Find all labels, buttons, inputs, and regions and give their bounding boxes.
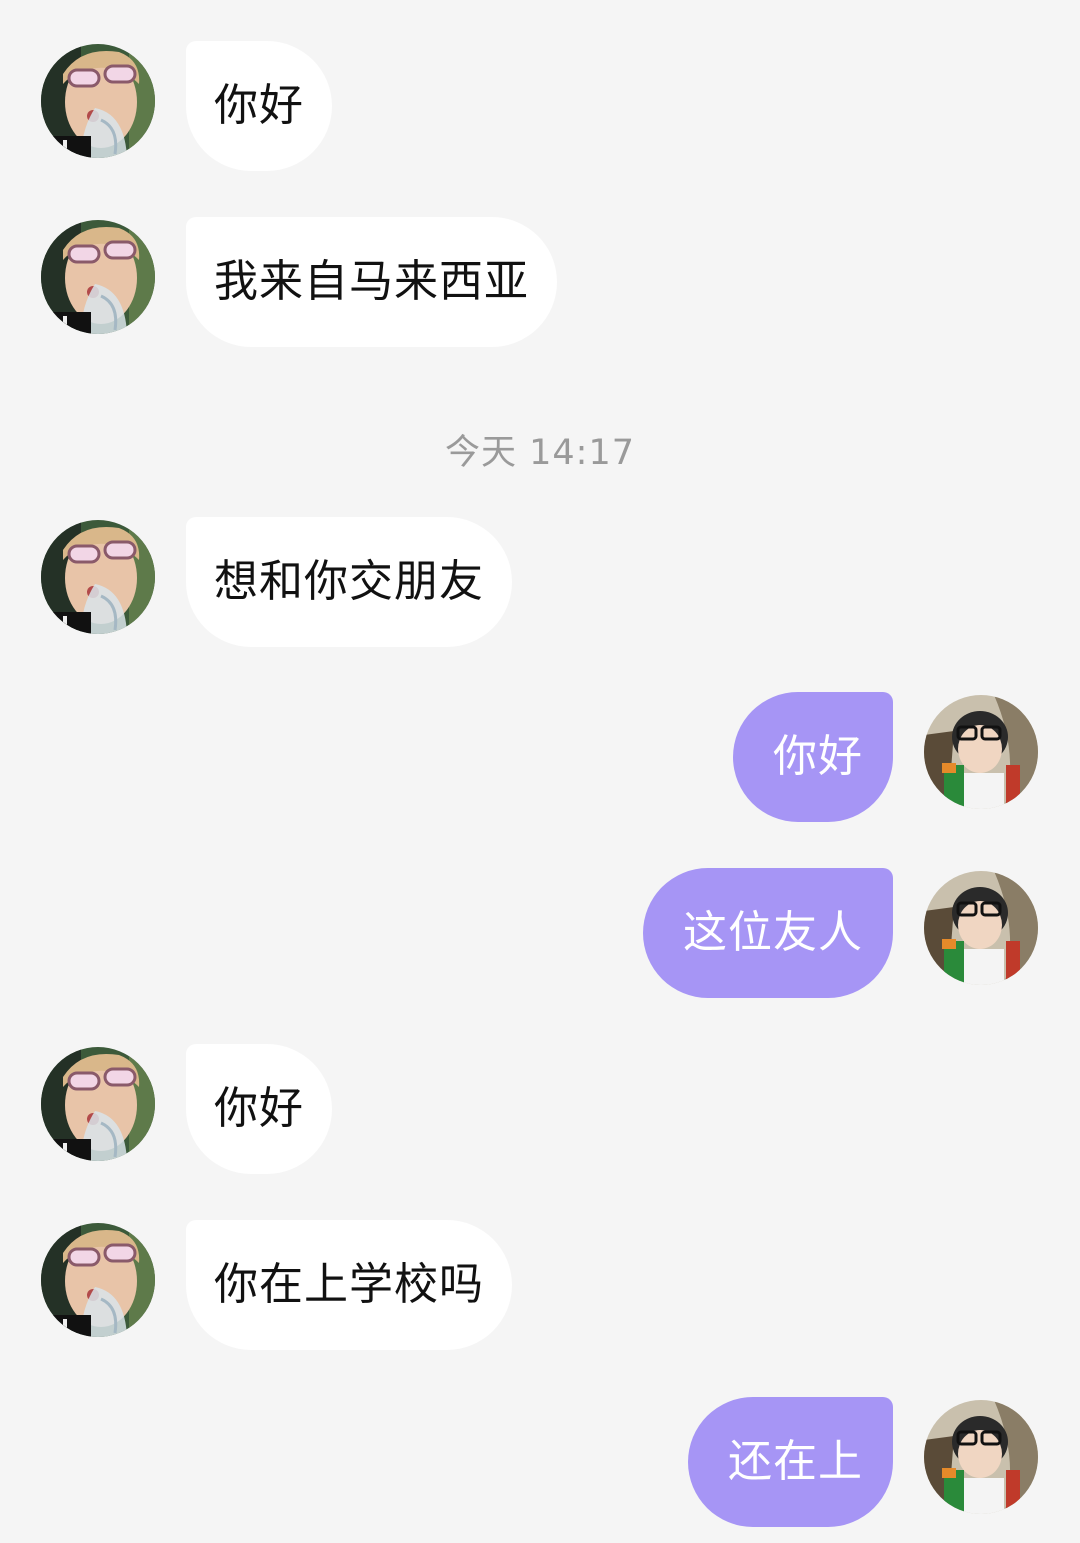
my-avatar[interactable] <box>924 695 1038 809</box>
message-row: 你好 <box>0 692 1080 824</box>
my-avatar[interactable] <box>924 1400 1038 1514</box>
other-user-avatar[interactable] <box>41 1223 155 1337</box>
message-row: 你好 <box>0 41 1080 173</box>
incoming-message-bubble[interactable]: 你好 <box>186 1044 332 1174</box>
avatar-photo-icon <box>41 44 155 158</box>
incoming-message-bubble[interactable]: 你好 <box>186 41 332 171</box>
message-row: 你在上学校吗 <box>0 1220 1080 1352</box>
outgoing-message-bubble[interactable]: 还在上 <box>688 1397 893 1527</box>
message-row: 你好 <box>0 1044 1080 1176</box>
other-user-avatar[interactable] <box>41 1047 155 1161</box>
avatar-photo-icon <box>924 871 1038 985</box>
outgoing-message-bubble[interactable]: 这位友人 <box>643 868 893 998</box>
incoming-message-bubble[interactable]: 我来自马来西亚 <box>186 217 557 347</box>
avatar-photo-icon <box>924 695 1038 809</box>
avatar-photo-icon <box>41 1047 155 1161</box>
message-row: 还在上 <box>0 1397 1080 1529</box>
message-row: 我来自马来西亚 <box>0 217 1080 349</box>
message-row: 这位友人 <box>0 868 1080 1000</box>
outgoing-message-bubble[interactable]: 你好 <box>733 692 893 822</box>
other-user-avatar[interactable] <box>41 520 155 634</box>
my-avatar[interactable] <box>924 871 1038 985</box>
avatar-photo-icon <box>41 520 155 634</box>
incoming-message-bubble[interactable]: 你在上学校吗 <box>186 1220 512 1350</box>
message-row: 想和你交朋友 <box>0 517 1080 649</box>
avatar-photo-icon <box>41 220 155 334</box>
message-timestamp: 今天 14:17 <box>445 433 635 473</box>
other-user-avatar[interactable] <box>41 220 155 334</box>
other-user-avatar[interactable] <box>41 44 155 158</box>
incoming-message-bubble[interactable]: 想和你交朋友 <box>186 517 512 647</box>
avatar-photo-icon <box>924 1400 1038 1514</box>
avatar-photo-icon <box>41 1223 155 1337</box>
